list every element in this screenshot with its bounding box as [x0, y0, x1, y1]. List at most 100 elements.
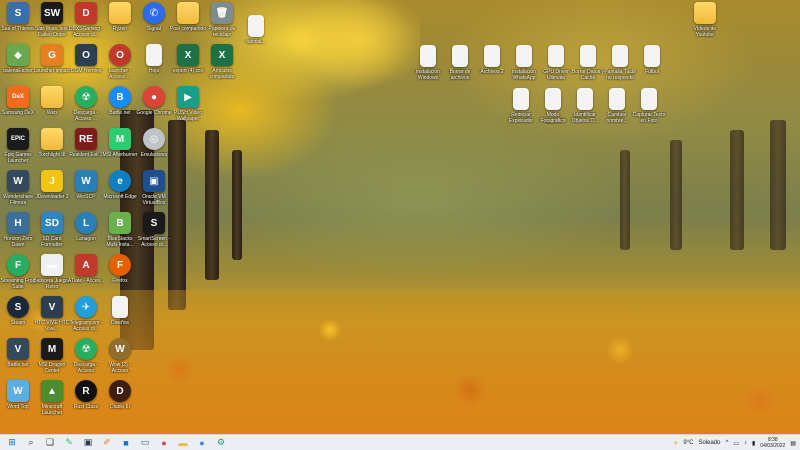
app-mail[interactable]: ▭ [138, 436, 152, 450]
desktop-icon[interactable]: ✆ Signal [136, 2, 172, 32]
battery-icon[interactable]: ▮ [752, 440, 755, 447]
desktop-icon-label: Papelera de reciclaje [208, 26, 236, 38]
folder-icon [41, 128, 63, 150]
desktop-icon[interactable]: ☢ Descarga - Acceso ... [68, 86, 104, 122]
desktop-icon[interactable]: Olauncher - Acceso ... [102, 44, 138, 80]
desktop-icon[interactable]: DeX Samsung DeX [0, 86, 36, 116]
desktop-icon[interactable]: Diseños [102, 296, 138, 326]
desktop-icon[interactable]: O OGM Hermes [68, 44, 104, 74]
network-icon[interactable]: ▭ [733, 440, 739, 447]
app-explorer[interactable]: ▬ [176, 436, 190, 450]
clock[interactable]: 8:38 04/03/2022 [760, 437, 785, 449]
app-notepad[interactable]: ✎ [62, 436, 76, 450]
volume-icon[interactable]: ♪ [744, 440, 747, 446]
desktop-icon-label: Emuladores [140, 152, 168, 158]
document-icon [248, 14, 264, 37]
weather-icon[interactable]: ☀ [673, 440, 678, 447]
desktop-icon-label: Rust Class [73, 404, 99, 410]
wallpaper-tree-trunk [620, 150, 630, 250]
desktop-icon[interactable]: Capturar Texto en Foto [631, 88, 667, 124]
weather-condition[interactable]: Soleado [698, 440, 720, 446]
desktop-icon-label: Epic Games Launcher [4, 152, 32, 164]
app-chrome-icon: ● [161, 437, 167, 448]
desktop-icon-label: Launcher impact [33, 68, 71, 74]
desktop-icon[interactable]: F Streaming Frog Suite [0, 254, 36, 290]
desktop-icon[interactable]: F Firefox [102, 254, 138, 284]
desktop-icon[interactable]: G Launcher impact [34, 44, 70, 74]
desktop-icon-label: MSI Dragon Center [38, 362, 66, 374]
desktop-icon[interactable]: B Battle.net [102, 86, 138, 116]
desktop-icon[interactable]: ◆ balenaEtcher [0, 44, 36, 74]
desktop-icon[interactable]: S SmartScreen - Acceso di... [136, 212, 172, 248]
desktop-icon[interactable]: Fútbol [634, 45, 670, 75]
search-button[interactable]: ⌕ [24, 436, 38, 450]
desktop-icon[interactable]: ✈ Telegramcom - Acceso di... [68, 296, 104, 332]
desktop-icon[interactable]: V HTC VIVE HTC Vive... [34, 296, 70, 332]
desktop-icon[interactable]: A ATIate - Acces... [68, 254, 104, 284]
desktop-icon[interactable]: Torchlight III [34, 128, 70, 158]
desktop-icon[interactable]: ▣ Oracle VM VirtualBox [136, 170, 172, 206]
desktop-icon[interactable]: Ryzen [102, 2, 138, 32]
notifications-icon[interactable]: ▤ [790, 440, 796, 447]
desktop-icon[interactable]: EPIC Epic Games Launcher [0, 128, 36, 164]
desktop-icon[interactable]: Web [34, 86, 70, 116]
desktop-icon[interactable]: H Horizon Zero Dawn [0, 212, 36, 248]
desktop-icon-label: SmartScreen - Acceso di... [137, 236, 171, 248]
desktop-icon[interactable]: SW Star Wars Jedi: Fallen Order [34, 2, 70, 38]
desktop-icon-label: Descarga - Acceso [73, 362, 99, 374]
desktop-icon[interactable]: tutorial... [238, 14, 274, 45]
task-view-button[interactable]: ❏ [43, 436, 57, 450]
desktop-icon[interactable]: Borrar de archivos [442, 45, 478, 81]
desktop-icon[interactable]: V Battle.net [0, 338, 36, 368]
desktop-icon[interactable]: Hoja [136, 44, 172, 74]
desktop-icon[interactable]: X Artículos compartido [204, 44, 240, 80]
desktop-icon[interactable]: R Rust Class [68, 380, 104, 410]
desktop-icon[interactable]: ◎ Emuladores [136, 128, 172, 158]
desktop-icon-label: Post compartido [169, 26, 207, 32]
app-chrome-2[interactable]: ● [195, 436, 209, 450]
desktop-icon[interactable]: L Lanagon [68, 212, 104, 242]
app-chrome[interactable]: ● [157, 436, 171, 450]
document-icon [146, 44, 162, 66]
desktop-icon[interactable]: D DBXSGaming - Acceso di... [68, 2, 104, 38]
app-terminal[interactable]: ▣ [81, 436, 95, 450]
desktop-icon[interactable]: B BlueStacks Multi-Insta... [102, 212, 138, 248]
app-store[interactable]: ■ [119, 436, 133, 450]
desktop-icon[interactable]: M MSI Afterburner [102, 128, 138, 158]
desktop-icon[interactable]: Post compartido [170, 2, 206, 32]
desktop-icon[interactable]: ☢ Descarga - Acceso [68, 338, 104, 374]
desktop-icon[interactable]: M MSI Dragon Center [34, 338, 70, 374]
desktop-icon[interactable]: e Microsoft Edge [102, 170, 138, 200]
start-button[interactable]: ⊞ [5, 436, 19, 450]
desktop-icon[interactable]: W WinSCP [68, 170, 104, 200]
desktop-icon[interactable]: ● Google Chrome [136, 86, 172, 116]
app-icon: V [41, 296, 63, 318]
app-settings[interactable]: ⚙ [214, 436, 228, 450]
weather-temp[interactable]: 9°C [683, 440, 693, 446]
desktop-icon[interactable]: Vídeos de Youtube [687, 2, 723, 38]
app-mail-icon: ▭ [140, 437, 150, 447]
chevron-up-icon[interactable]: ^ [725, 440, 728, 446]
desktop-icon[interactable]: ▲ Minecraft Launcher [34, 380, 70, 416]
app-icon: D [109, 380, 131, 402]
desktop-icon[interactable]: SD SD Card Formatter [34, 212, 70, 248]
desktop-icon-label: Streaming Frog Suite [0, 278, 36, 290]
desktop-icon[interactable]: 🗑 Papelera de reciclaje [204, 2, 240, 38]
desktop-icon-label: Battle.net [109, 110, 131, 116]
desktop-icon[interactable]: D Diablo III [102, 380, 138, 410]
desktop-icon[interactable]: S Steam [0, 296, 36, 326]
desktop-icon[interactable]: S Sea of Thieves [0, 2, 36, 32]
desktop-icon[interactable]: Pantalla Táctil no responde [602, 45, 638, 81]
desktop-icon-label: Firefox [112, 278, 128, 284]
document-icon [644, 45, 660, 67]
app-paint[interactable]: ✐ [100, 436, 114, 450]
desktop-icon[interactable]: W Wow (2) - Acceso [102, 338, 138, 374]
app-icon: J [41, 170, 63, 192]
desktop-icon[interactable]: W Wondershare Filmora [0, 170, 36, 206]
desktop-icon[interactable]: J JDownloader 2 [34, 170, 70, 200]
desktop-icon[interactable]: ▶ PUSH Video Wallpaper [170, 86, 206, 122]
desktop-icon[interactable]: W Word Top [0, 380, 36, 410]
desktop-icon[interactable]: RE Resident Evil 3 [68, 128, 104, 158]
desktop-icon[interactable]: Xexport (4).csv [170, 44, 206, 74]
desktop-icon[interactable]: ▬ Batocera Juegos Retro [33, 254, 71, 290]
